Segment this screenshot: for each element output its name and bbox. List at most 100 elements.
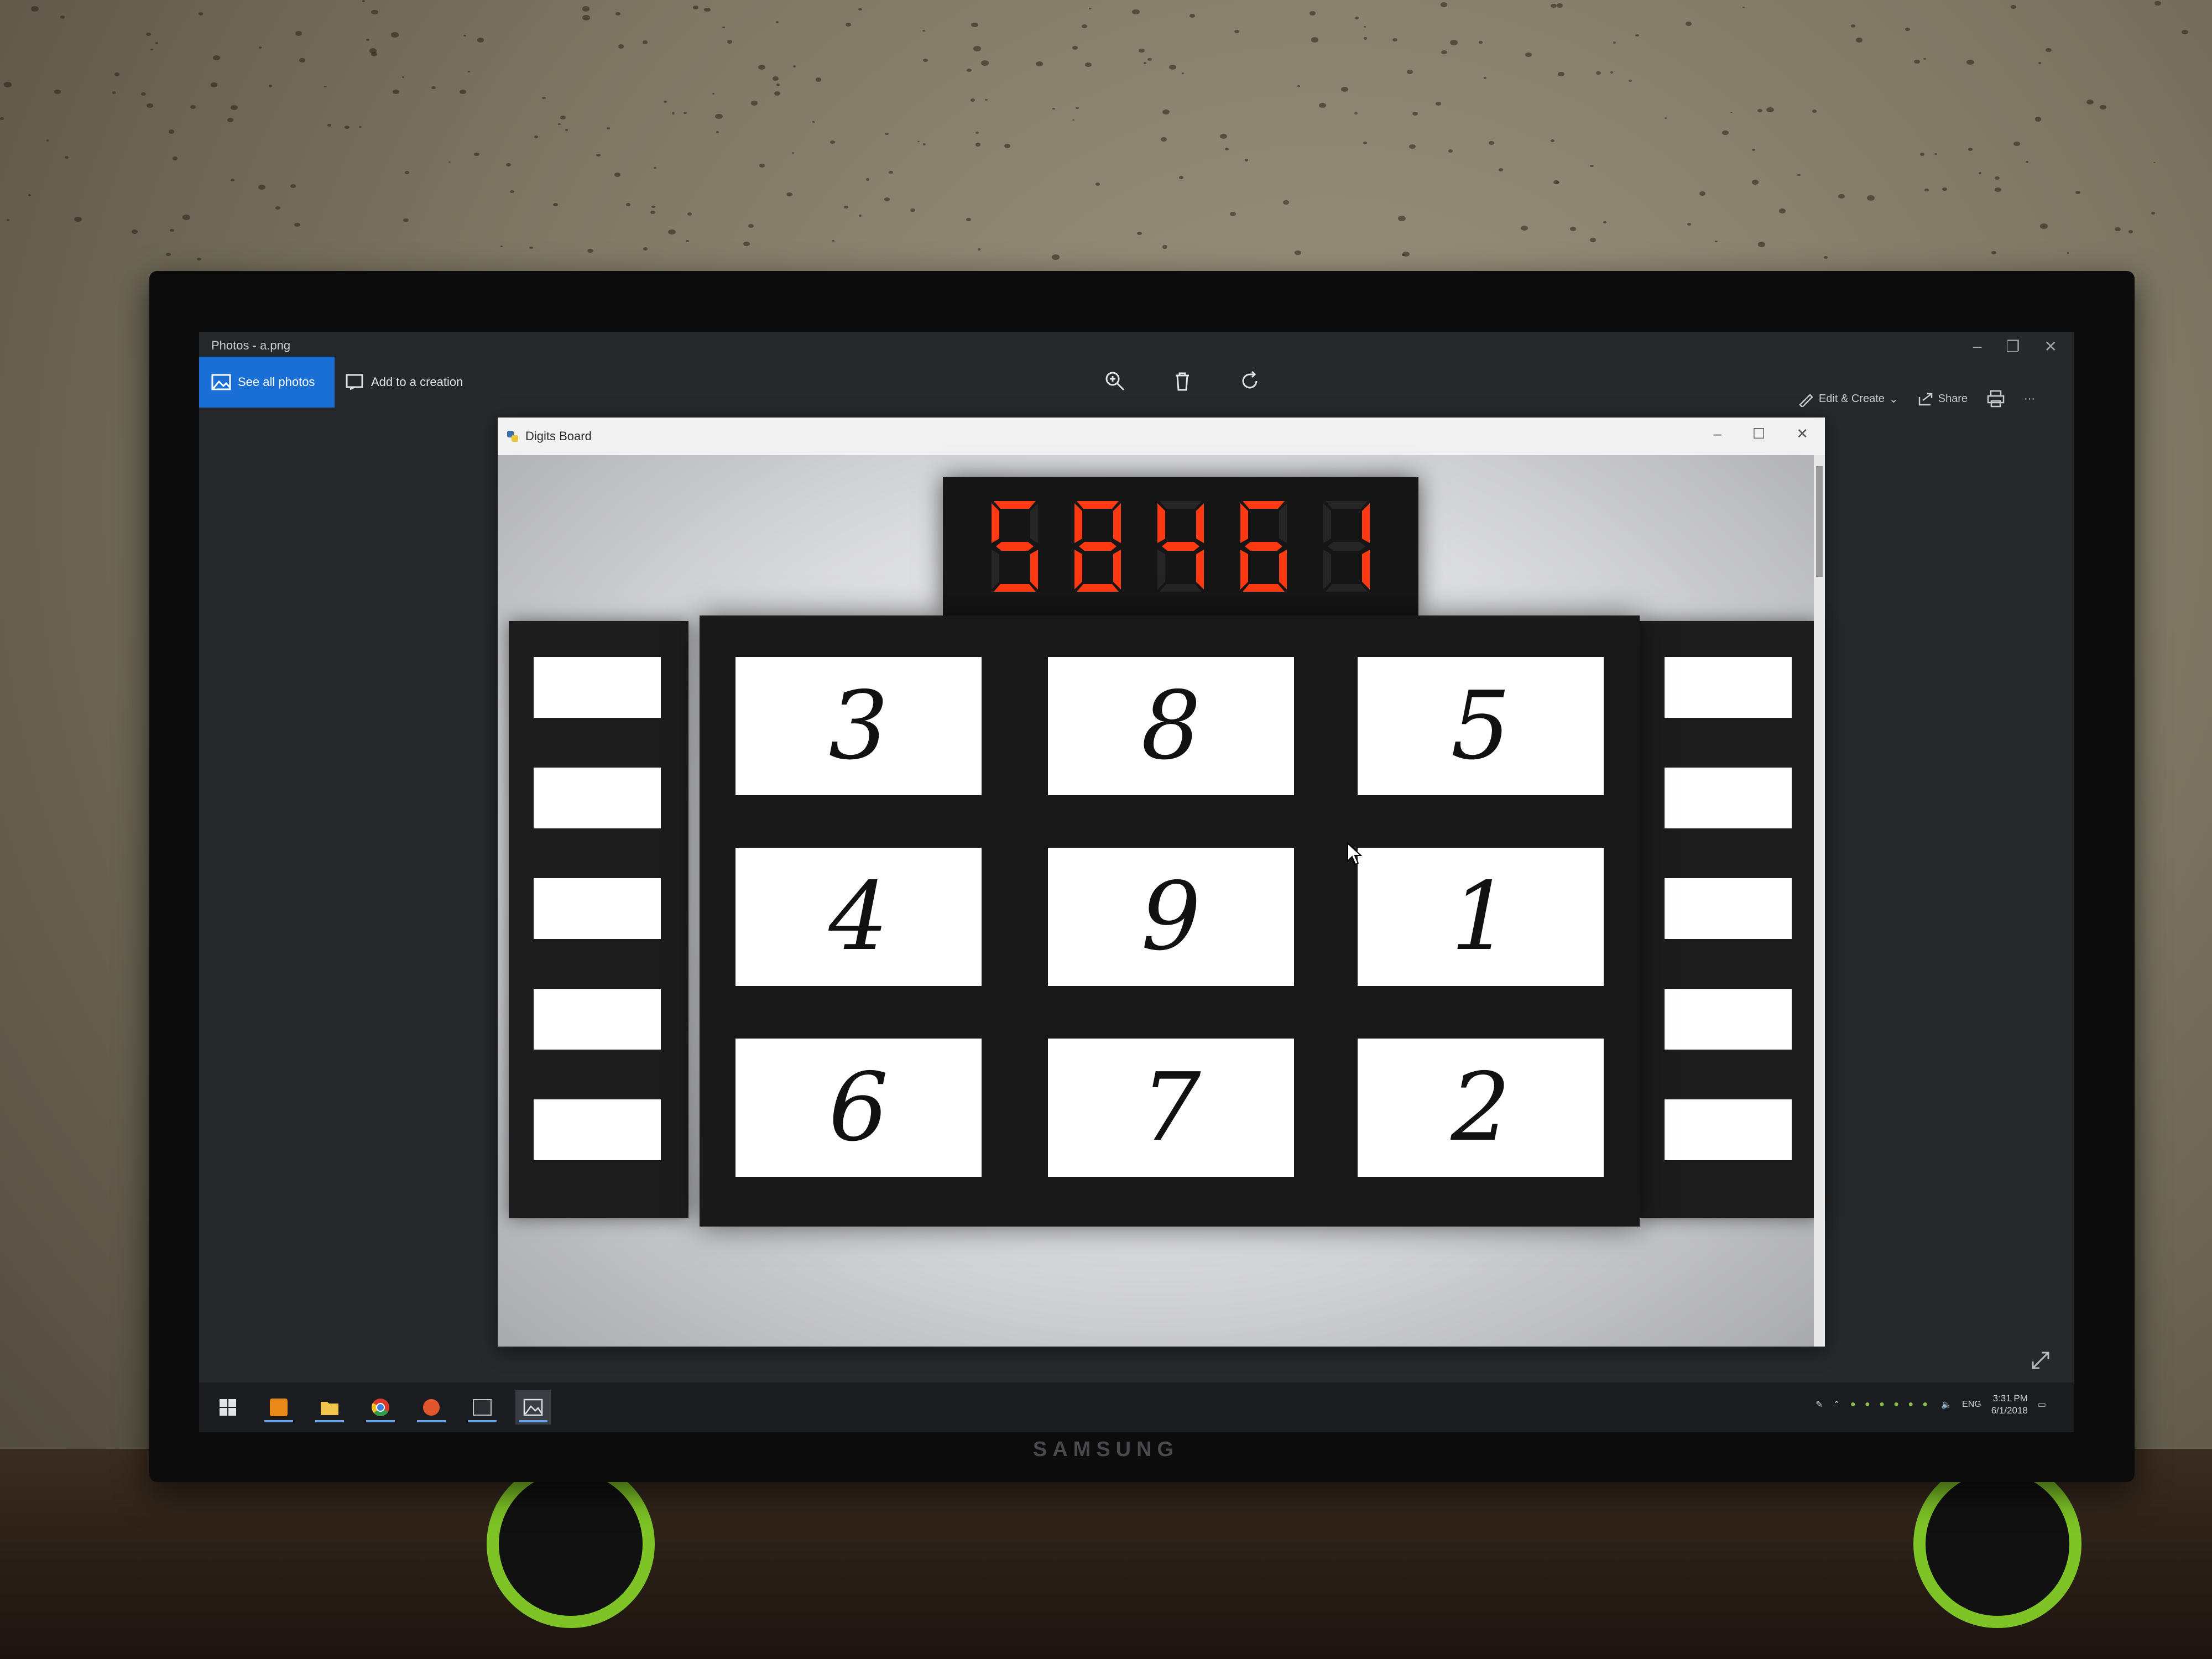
- digit-tile[interactable]: 2: [1358, 1039, 1604, 1177]
- taskbar-app-explorer[interactable]: [312, 1390, 347, 1425]
- app-icon: [423, 1399, 440, 1416]
- wall-speck: [1189, 13, 1195, 18]
- close-icon[interactable]: ✕: [2044, 337, 2057, 356]
- digit-tile[interactable]: 3: [735, 657, 982, 795]
- folder-icon: [321, 1402, 338, 1415]
- wall-speck: [1812, 109, 1817, 113]
- wall-speck: [626, 203, 631, 206]
- delete-icon[interactable]: [1168, 367, 1197, 395]
- side-slot[interactable]: [534, 878, 661, 939]
- taskbar-app-chrome[interactable]: [363, 1390, 398, 1425]
- side-slot[interactable]: [534, 768, 661, 828]
- digit-tile[interactable]: 6: [735, 1039, 982, 1177]
- photos-icon: [211, 374, 231, 390]
- zoom-in-icon[interactable]: [1100, 367, 1129, 395]
- volume-icon[interactable]: 🔈: [1941, 1399, 1952, 1410]
- wall-speck: [967, 69, 972, 72]
- digit-board: 3 8 5 4 9 1 6 7 2: [700, 615, 1640, 1227]
- segment: [1077, 501, 1119, 509]
- wall-speck: [1919, 153, 1925, 156]
- side-slot[interactable]: [1665, 657, 1792, 718]
- clock[interactable]: 3:31 PM 6/1/2018: [1991, 1392, 2028, 1417]
- chevron-up-icon[interactable]: ⌃: [1833, 1399, 1840, 1410]
- maximize-icon[interactable]: ☐: [1752, 425, 1765, 442]
- wall-speck: [750, 101, 758, 106]
- digit-label: 7: [1141, 1053, 1201, 1162]
- wall-speck: [1525, 52, 1532, 57]
- more-icon[interactable]: ···: [2024, 393, 2035, 405]
- digit-tile[interactable]: 7: [1048, 1039, 1294, 1177]
- wall-speck: [1234, 30, 1239, 34]
- restore-icon[interactable]: ❐: [2006, 337, 2020, 356]
- taskbar-app-photos[interactable]: [515, 1390, 551, 1425]
- wall-speck: [6, 218, 10, 221]
- wall-speck: [2013, 142, 2020, 147]
- wall-speck: [758, 64, 765, 70]
- side-slot[interactable]: [1665, 878, 1792, 939]
- taskbar-app-terminal[interactable]: [465, 1390, 500, 1425]
- wall-speck: [510, 190, 514, 194]
- wall-speck: [391, 32, 399, 38]
- digit-label: 9: [1141, 862, 1201, 972]
- wall-speck: [1219, 134, 1227, 139]
- wall-speck: [975, 143, 980, 147]
- rotate-icon[interactable]: [1235, 367, 1264, 395]
- wall-speck: [1051, 254, 1060, 260]
- wall-speck: [1178, 176, 1184, 180]
- digit-tile[interactable]: 1: [1358, 848, 1604, 986]
- tray-icons[interactable]: ● ● ● ● ● ●: [1850, 1400, 1931, 1410]
- digit-tile[interactable]: 5: [1358, 657, 1604, 795]
- wall-speck: [166, 253, 171, 257]
- wall-speck: [147, 103, 153, 108]
- wall-speck: [1556, 3, 1563, 8]
- wall-speck: [1553, 180, 1559, 184]
- score-counter: [943, 477, 1418, 615]
- start-button[interactable]: [210, 1390, 246, 1425]
- wall-speck: [2099, 105, 2106, 110]
- notifications-icon[interactable]: ▭: [2038, 1399, 2046, 1410]
- wall-speck: [146, 32, 152, 36]
- minimize-icon[interactable]: –: [1973, 337, 1982, 356]
- side-slot[interactable]: [534, 989, 661, 1050]
- wall-speck: [2182, 29, 2189, 35]
- wall-speck: [2011, 5, 2016, 9]
- wall-speck: [1162, 109, 1170, 115]
- print-icon[interactable]: [1986, 390, 2005, 408]
- wall-speck: [1479, 41, 1483, 44]
- scroll-thumb[interactable]: [1816, 466, 1823, 577]
- see-all-photos-button[interactable]: See all photos: [199, 357, 335, 408]
- edit-create-label: Edit & Create: [1818, 392, 1885, 405]
- fullscreen-icon[interactable]: [2030, 1349, 2052, 1371]
- clock-time: 3:31 PM: [1992, 1393, 2028, 1404]
- digit-tile[interactable]: 8: [1048, 657, 1294, 795]
- segment: [1113, 503, 1121, 543]
- wall-speck: [1569, 226, 1577, 232]
- share-label: Share: [1938, 392, 1968, 405]
- running-indicator: [366, 1420, 395, 1422]
- wall-speck: [2153, 161, 2156, 164]
- add-to-creation-button[interactable]: Add to a creation: [346, 357, 463, 408]
- wall-speck: [642, 40, 648, 45]
- taskbar-app-other[interactable]: [414, 1390, 449, 1425]
- side-slot[interactable]: [1665, 768, 1792, 828]
- wall-speck: [1924, 188, 1929, 192]
- edit-create-button[interactable]: Edit & Create ⌄: [1798, 390, 1898, 407]
- wall-speck: [668, 229, 676, 235]
- side-slot[interactable]: [1665, 1099, 1792, 1160]
- digit-tile[interactable]: 4: [735, 848, 982, 986]
- wall-speck: [359, 126, 362, 128]
- taskbar-app-sublime[interactable]: [261, 1390, 296, 1425]
- minimize-icon[interactable]: –: [1713, 425, 1721, 442]
- side-slot[interactable]: [534, 657, 661, 718]
- wall-speck: [534, 135, 538, 139]
- pen-icon[interactable]: ✎: [1815, 1399, 1823, 1410]
- close-icon[interactable]: ✕: [1796, 425, 1808, 442]
- segment: [1245, 542, 1282, 551]
- share-button[interactable]: Share: [1917, 390, 1968, 407]
- digit-tile[interactable]: 9: [1048, 848, 1294, 986]
- lang-indicator[interactable]: ENG: [1962, 1400, 1981, 1410]
- side-slot[interactable]: [1665, 989, 1792, 1050]
- wall-speck: [150, 48, 153, 50]
- vertical-scrollbar[interactable]: [1814, 455, 1825, 1347]
- side-slot[interactable]: [534, 1099, 661, 1160]
